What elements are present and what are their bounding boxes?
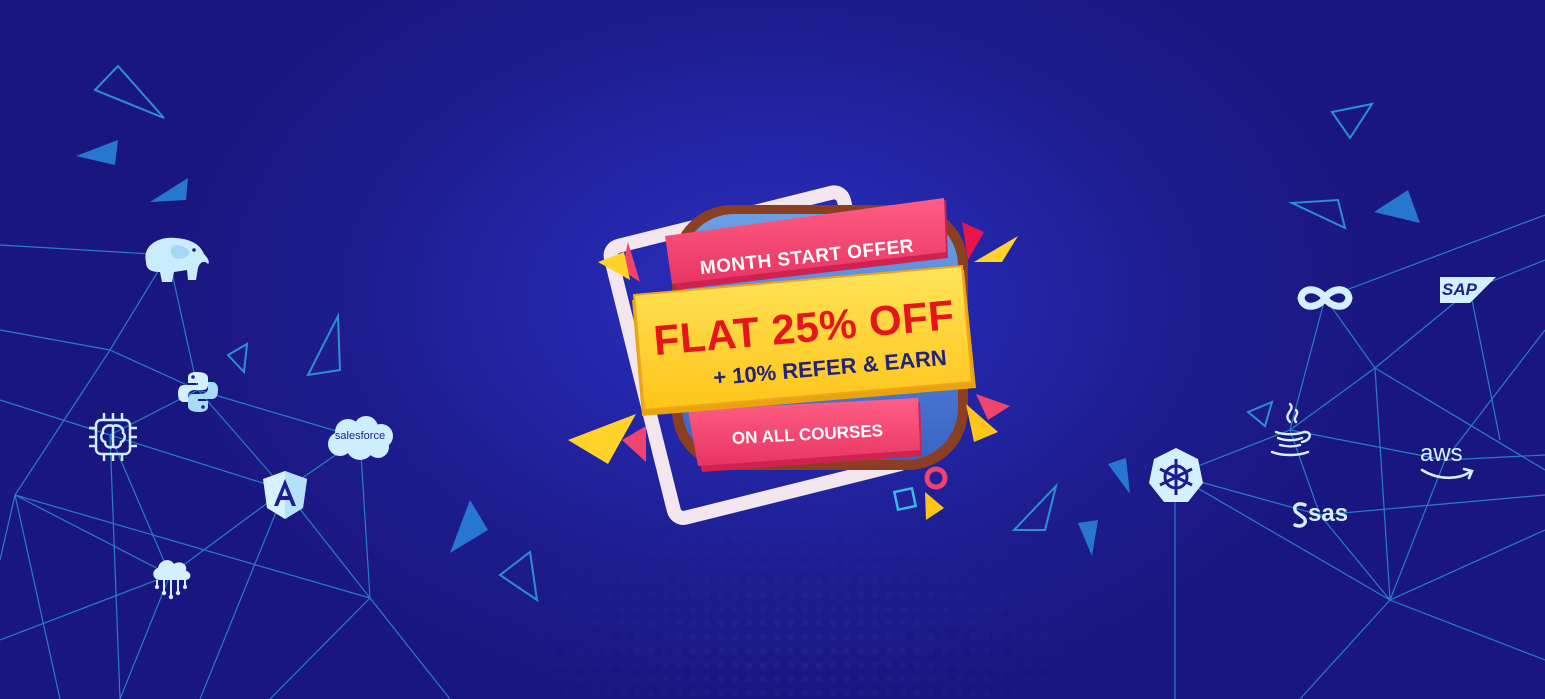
promo-banner: salesforce SAP aws sas MONTH START OFFER… (0, 0, 1545, 699)
